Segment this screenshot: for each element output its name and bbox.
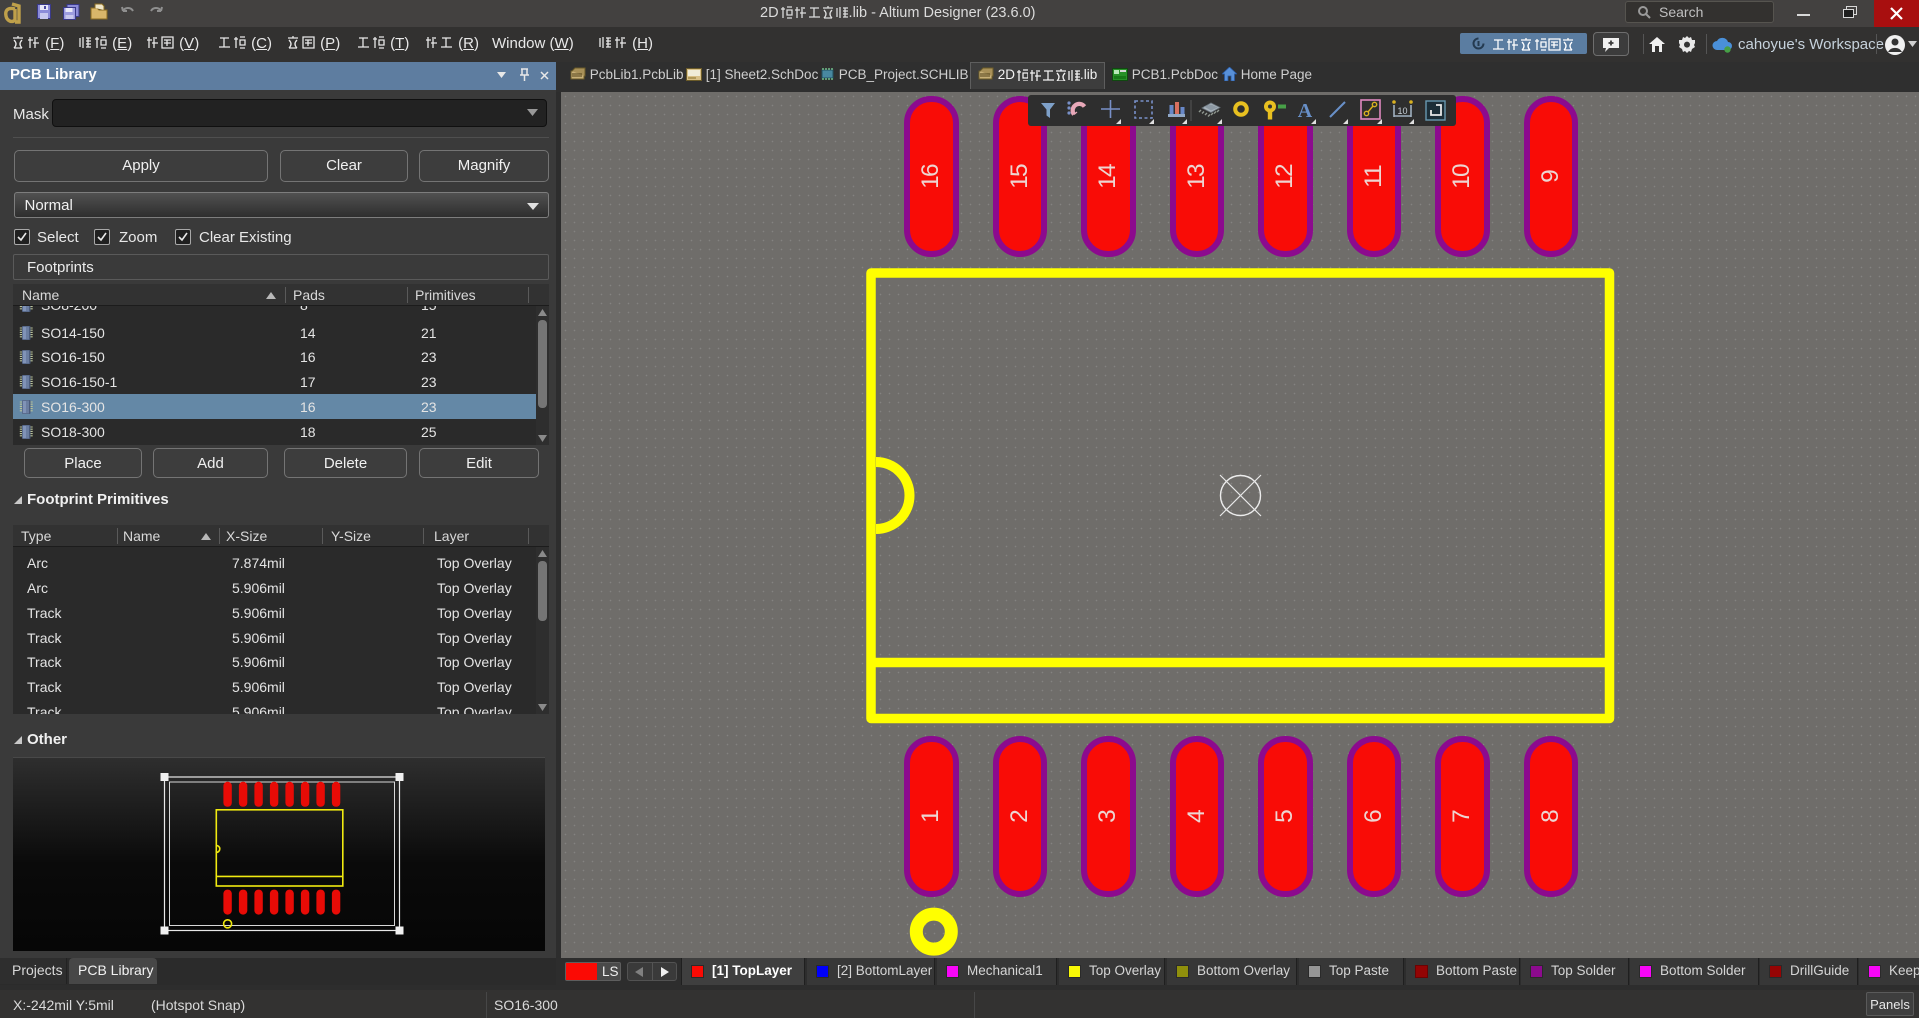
svg-text:A: A bbox=[1298, 100, 1313, 122]
svg-text:10: 10 bbox=[1397, 106, 1407, 116]
